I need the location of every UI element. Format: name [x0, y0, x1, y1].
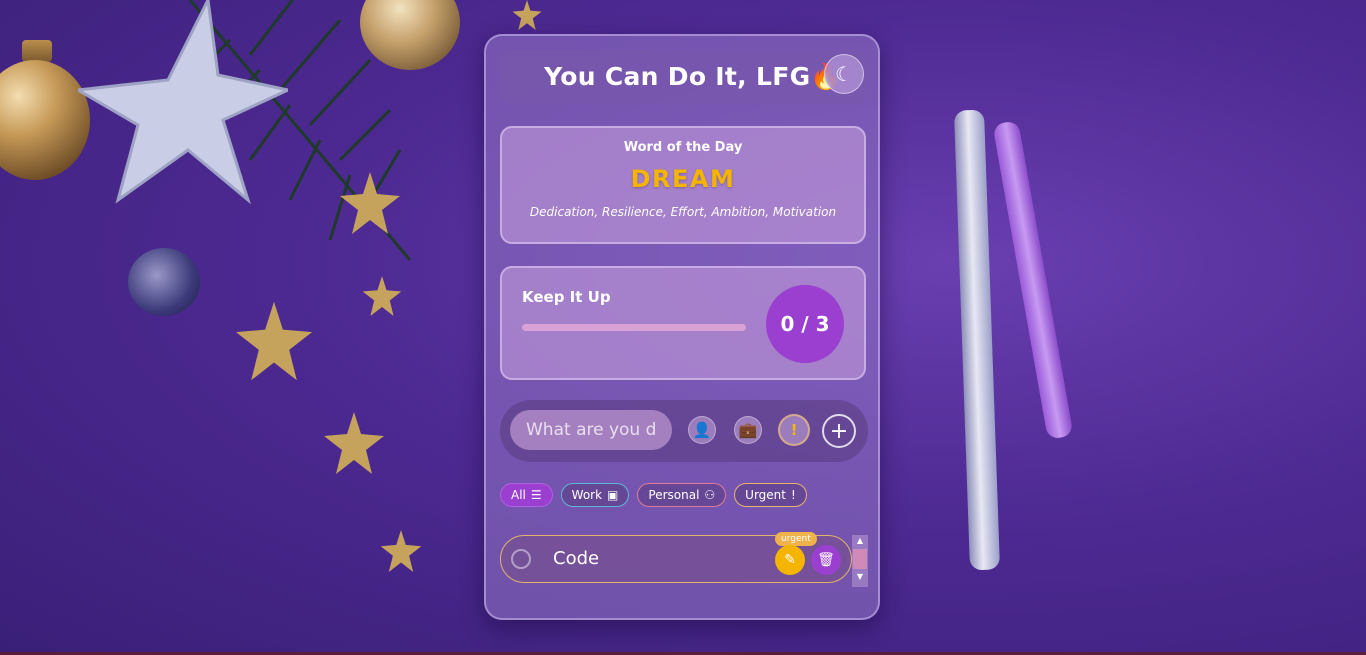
pencil-icon: ✎ [784, 552, 796, 568]
filter-personal[interactable]: Personal ⚇ [637, 483, 727, 507]
exclamation-icon: ! [791, 488, 796, 502]
scroll-thumb[interactable] [853, 549, 867, 569]
briefcase-icon: 💼 [738, 421, 758, 439]
filter-label: Work [571, 488, 603, 502]
trash-icon: 🗑 [817, 552, 835, 568]
filter-work[interactable]: Work ▣ [560, 483, 630, 507]
task-text: Code [553, 548, 600, 569]
scroll-down-arrow[interactable]: ▼ [852, 571, 868, 583]
edit-task-button[interactable]: ✎ [775, 545, 805, 575]
gold-star [512, 0, 542, 30]
gold-ornament [0, 60, 90, 180]
purple-pencil [992, 120, 1074, 440]
list-icon: ☰ [530, 488, 542, 502]
todo-card: You Can Do It, LFG🔥 ☾ Word of the Day DR… [484, 34, 880, 620]
plus-icon: + [829, 418, 849, 444]
personal-category-button[interactable]: 👤 [688, 416, 716, 444]
filter-urgent[interactable]: Urgent ! [734, 483, 807, 507]
exclamation-icon: ! [790, 421, 798, 439]
user-icon: ⚇ [704, 488, 716, 502]
word-of-day-word: DREAM [630, 165, 736, 193]
task-entry-bar: 👤 💼 ! + [500, 400, 868, 462]
filter-all[interactable]: All ☰ [500, 483, 553, 507]
progress-bar [522, 324, 746, 331]
gold-star [236, 301, 312, 381]
task-list-scrollbar[interactable]: ▲ ▼ [852, 535, 868, 587]
filter-label: All [511, 488, 526, 502]
theme-toggle-button[interactable]: ☾ [824, 54, 864, 94]
gold-star [340, 172, 400, 234]
gold-star [380, 530, 422, 572]
word-of-day-panel: Word of the Day DREAM Dedication, Resili… [500, 126, 866, 244]
delete-task-button[interactable]: 🗑 [811, 545, 841, 575]
app-title: You Can Do It, LFG🔥 [544, 62, 842, 91]
briefcase-icon: ▣ [607, 488, 619, 502]
app-header: You Can Do It, LFG🔥 ☾ [500, 50, 866, 104]
scroll-up-arrow[interactable]: ▲ [852, 535, 868, 547]
moon-icon: ☾ [835, 62, 853, 86]
progress-panel: Keep It Up 0 / 3 [500, 266, 866, 380]
progress-label: Keep It Up [522, 288, 611, 306]
silver-star [78, 0, 288, 205]
ornament-cap [22, 40, 52, 62]
user-icon: 👤 [692, 421, 712, 439]
task-item: Code urgent ✎ 🗑 [500, 532, 852, 583]
gold-star [324, 412, 384, 474]
add-task-button[interactable]: + [822, 414, 856, 448]
urgent-badge: urgent [775, 532, 817, 546]
task-input[interactable] [510, 410, 672, 450]
task-complete-checkbox[interactable] [511, 549, 531, 569]
progress-count: 0 / 3 [766, 285, 844, 363]
word-of-day-meaning: Dedication, Resilience, Effort, Ambition… [529, 205, 837, 219]
word-of-day-label: Word of the Day [623, 140, 743, 155]
work-category-button[interactable]: 💼 [734, 416, 762, 444]
urgent-category-button[interactable]: ! [778, 414, 810, 446]
silver-pen [953, 109, 1001, 571]
dark-ornament [128, 248, 200, 316]
filter-bar: All ☰ Work ▣ Personal ⚇ Urgent ! [500, 483, 807, 507]
filter-label: Urgent [745, 488, 786, 502]
gold-star [362, 276, 402, 316]
filter-label: Personal [648, 488, 700, 502]
